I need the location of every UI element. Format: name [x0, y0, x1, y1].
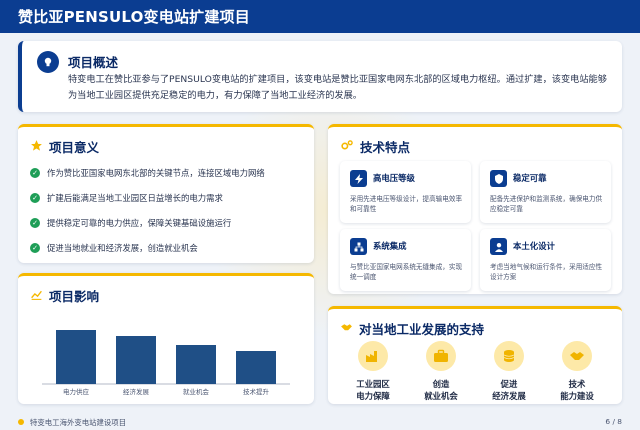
check-icon: ✓ [30, 192, 40, 203]
tech-tile-title: 稳定可靠 [513, 173, 547, 183]
tech-tile-reliable: 稳定可靠 配备先进保护和监测系统，确保电力供应稳定可靠 [480, 161, 611, 223]
handshake-icon [562, 341, 592, 371]
support-item-line1: 技术 [568, 379, 586, 389]
lightbulb-icon [37, 51, 59, 73]
bar-1 [116, 336, 156, 384]
bar-0 [56, 330, 96, 384]
x-tick-label: 电力供应 [63, 387, 90, 396]
shield-icon [490, 170, 507, 187]
list-item-text: 提供稳定可靠的电力供应，保障关键基础设施运行 [47, 217, 232, 228]
check-icon: ✓ [30, 167, 40, 178]
support-item-capacity: 技术 能力建设 [549, 341, 605, 402]
tech-tile-integration: 系统集成 与赞比亚国家电网系统无缝集成，实现统一调度 [340, 229, 471, 291]
line-chart-icon [30, 286, 43, 305]
support-card: 对当地工业发展的支持 工业园区 电力保障 创造 就业机会 促进 经济发展 技术 … [328, 306, 622, 404]
overview-title: 项目概述 [68, 55, 119, 70]
list-item-text: 扩建后能满足当地工业园区日益增长的电力需求 [47, 192, 223, 203]
briefcase-icon [426, 341, 456, 371]
tech-tile-desc: 配备先进保护和监测系统，确保电力供应稳定可靠 [490, 195, 603, 213]
coins-icon [494, 341, 524, 371]
page-number: 6 / 8 [605, 417, 622, 426]
list-item: ✓ 扩建后能满足当地工业园区日益增长的电力需求 [30, 185, 265, 210]
page-footer: 特变电工海外变电站建设项目 6 / 8 [0, 415, 640, 430]
handshake-icon [340, 319, 353, 338]
support-item-line2: 就业机会 [424, 391, 458, 401]
tech-tile-desc: 与赞比亚国家电网系统无缝集成，实现统一调度 [350, 263, 463, 281]
tech-header: 技术特点 [340, 137, 410, 156]
support-item-line1: 工业园区 [356, 379, 390, 389]
bar-2 [176, 345, 216, 384]
x-tick-label: 经济发展 [123, 387, 150, 396]
tech-tile-desc: 考虑当地气候和运行条件，采用适应性设计方案 [490, 263, 603, 281]
x-tick-label: 技术提升 [243, 387, 270, 396]
tech-tile-high-voltage: 高电压等级 采用先进电压等级设计，提高输电效率和可靠性 [340, 161, 471, 223]
impact-title: 项目影响 [49, 289, 100, 304]
footer-dot-icon [18, 419, 24, 425]
significance-card: 项目意义 ✓ 作为赞比亚国家电网东北部的关键节点，连接区域电力网络 ✓ 扩建后能满足… [18, 124, 314, 263]
tech-tile-title: 系统集成 [373, 241, 407, 251]
significance-list: ✓ 作为赞比亚国家电网东北部的关键节点，连接区域电力网络 ✓ 扩建后能满足当地工业园… [30, 160, 265, 260]
worker-icon [490, 238, 507, 255]
support-item-jobs: 创造 就业机会 [413, 341, 469, 402]
support-title: 对当地工业发展的支持 [359, 322, 485, 337]
factory-icon [358, 341, 388, 371]
list-item-text: 作为赞比亚国家电网东北部的关键节点，连接区域电力网络 [47, 167, 265, 178]
list-item: ✓ 促进当地就业和经济发展，创造就业机会 [30, 235, 265, 260]
significance-header: 项目意义 [30, 137, 99, 156]
support-item-line2: 电力保障 [356, 391, 390, 401]
list-item-text: 促进当地就业和经济发展，创造就业机会 [47, 242, 198, 253]
page-header: 赞比亚PENSULO变电站扩建项目 [0, 0, 640, 33]
impact-card: 项目影响 电力供应 经济发展 就业机会 技术提升 [18, 273, 314, 404]
tech-tile-title: 高电压等级 [373, 173, 415, 183]
star-icon [30, 137, 43, 156]
tech-card: 技术特点 高电压等级 采用先进电压等级设计，提高输电效率和可靠性 稳定可靠 配备… [328, 124, 622, 294]
impact-header: 项目影响 [30, 286, 99, 305]
page-title: 赞比亚PENSULO变电站扩建项目 [18, 8, 250, 26]
x-tick-label: 就业机会 [183, 387, 210, 396]
bar-3 [236, 351, 276, 384]
tech-tile-title: 本土化设计 [513, 241, 555, 251]
support-item-industrial-park: 工业园区 电力保障 [345, 341, 401, 402]
tech-tile-desc: 采用先进电压等级设计，提高输电效率和可靠性 [350, 195, 463, 213]
significance-title: 项目意义 [49, 140, 100, 155]
list-item: ✓ 提供稳定可靠的电力供应，保障关键基础设施运行 [30, 210, 265, 235]
support-header: 对当地工业发展的支持 [340, 319, 484, 338]
list-item: ✓ 作为赞比亚国家电网东北部的关键节点，连接区域电力网络 [30, 160, 265, 185]
impact-bar-chart: 电力供应 经济发展 就业机会 技术提升 [42, 330, 290, 396]
support-item-line1: 创造 [432, 379, 450, 389]
gears-icon [340, 137, 354, 156]
check-icon: ✓ [30, 242, 40, 253]
support-item-line2: 能力建设 [560, 391, 594, 401]
network-icon [350, 238, 367, 255]
tech-tile-localized: 本土化设计 考虑当地气候和运行条件，采用适应性设计方案 [480, 229, 611, 291]
overview-text: 特变电工在赞比亚参与了PENSULO变电站的扩建项目，该变电站是赞比亚国家电网东… [68, 74, 607, 101]
overview-card: 项目概述 特变电工在赞比亚参与了PENSULO变电站的扩建项目，该变电站是赞比亚… [18, 41, 622, 112]
tech-title: 技术特点 [360, 140, 411, 155]
support-item-line2: 经济发展 [492, 391, 526, 401]
support-item-line1: 促进 [500, 379, 518, 389]
support-item-economy: 促进 经济发展 [481, 341, 537, 402]
footer-text: 特变电工海外变电站建设项目 [30, 418, 127, 427]
bolt-icon [350, 170, 367, 187]
check-icon: ✓ [30, 217, 40, 228]
